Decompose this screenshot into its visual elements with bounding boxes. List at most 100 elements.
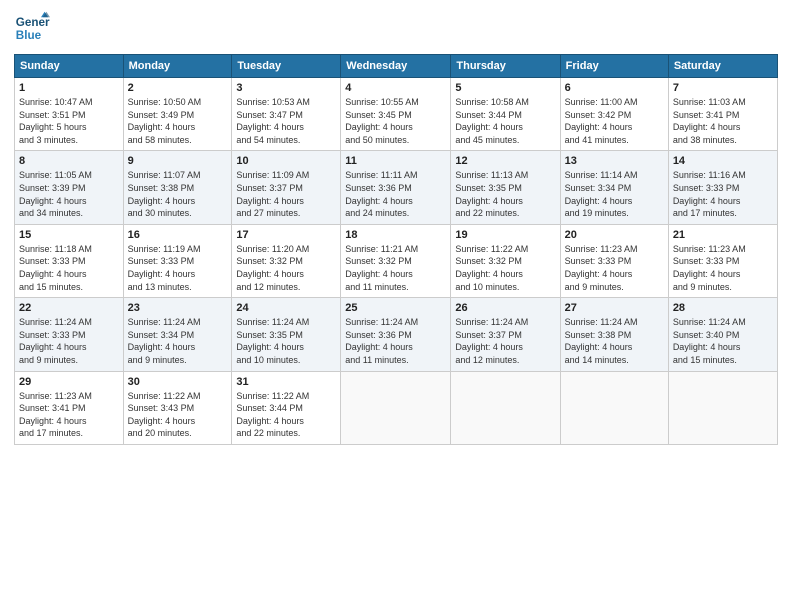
day-number: 31 bbox=[236, 376, 336, 388]
calendar-cell: 16 Sunrise: 11:19 AMSunset: 3:33 PMDaylig… bbox=[123, 224, 232, 297]
day-number: 12 bbox=[455, 155, 555, 167]
page-header: General Blue bbox=[14, 10, 778, 46]
day-number: 16 bbox=[128, 229, 228, 241]
day-info: Sunrise: 10:50 AMSunset: 3:49 PMDaylight… bbox=[128, 96, 228, 146]
day-number: 30 bbox=[128, 376, 228, 388]
calendar-cell: 14Sunrise: 11:16 AMSunset: 3:33 PMDaylig… bbox=[668, 151, 777, 224]
day-number: 2 bbox=[128, 82, 228, 94]
day-number: 5 bbox=[455, 82, 555, 94]
weekday-header-thursday: Thursday bbox=[451, 55, 560, 78]
calendar-cell: 6 Sunrise: 11:00 AMSunset: 3:42 PMDayligh… bbox=[560, 78, 668, 151]
day-number: 28 bbox=[673, 302, 773, 314]
day-number: 3 bbox=[236, 82, 336, 94]
day-info: Sunrise: 11:22 AMSunset: 3:44 PMDaylight… bbox=[236, 390, 336, 440]
calendar-body: 1 Sunrise: 10:47 AMSunset: 3:51 PMDayligh… bbox=[15, 78, 778, 445]
calendar-cell: 4 Sunrise: 10:55 AMSunset: 3:45 PMDayligh… bbox=[341, 78, 451, 151]
logo: General Blue bbox=[14, 10, 54, 46]
day-number: 7 bbox=[673, 82, 773, 94]
calendar-cell: 3 Sunrise: 10:53 AMSunset: 3:47 PMDayligh… bbox=[232, 78, 341, 151]
day-info: Sunrise: 11:23 AMSunset: 3:41 PMDaylight… bbox=[19, 390, 119, 440]
day-number: 21 bbox=[673, 229, 773, 241]
page-container: General Blue SundayMondayTuesdayWednesda… bbox=[0, 0, 792, 453]
calendar-cell: 20Sunrise: 11:23 AMSunset: 3:33 PMDaylig… bbox=[560, 224, 668, 297]
calendar-week-1: 1 Sunrise: 10:47 AMSunset: 3:51 PMDayligh… bbox=[15, 78, 778, 151]
calendar-cell: 10 Sunrise: 11:09 AMSunset: 3:37 PMDaylig… bbox=[232, 151, 341, 224]
day-info: Sunrise: 11:23 AMSunset: 3:33 PMDaylight… bbox=[565, 243, 664, 293]
day-info: Sunrise: 11:24 AMSunset: 3:36 PMDaylight… bbox=[345, 316, 446, 366]
weekday-header-sunday: Sunday bbox=[15, 55, 124, 78]
day-info: Sunrise: 10:58 AMSunset: 3:44 PMDaylight… bbox=[455, 96, 555, 146]
day-number: 27 bbox=[565, 302, 664, 314]
calendar-cell bbox=[341, 371, 451, 444]
day-info: Sunrise: 11:03 AMSunset: 3:41 PMDaylight… bbox=[673, 96, 773, 146]
day-info: Sunrise: 10:47 AMSunset: 3:51 PMDaylight… bbox=[19, 96, 119, 146]
day-info: Sunrise: 11:00 AMSunset: 3:42 PMDaylight… bbox=[565, 96, 664, 146]
day-info: Sunrise: 11:13 AMSunset: 3:35 PMDaylight… bbox=[455, 169, 555, 219]
day-number: 6 bbox=[565, 82, 664, 94]
day-info: Sunrise: 11:24 AMSunset: 3:33 PMDaylight… bbox=[19, 316, 119, 366]
calendar-header-row: SundayMondayTuesdayWednesdayThursdayFrid… bbox=[15, 55, 778, 78]
day-number: 29 bbox=[19, 376, 119, 388]
day-info: Sunrise: 10:55 AMSunset: 3:45 PMDaylight… bbox=[345, 96, 446, 146]
day-info: Sunrise: 11:22 AMSunset: 3:32 PMDaylight… bbox=[455, 243, 555, 293]
day-info: Sunrise: 11:18 AMSunset: 3:33 PMDaylight… bbox=[19, 243, 119, 293]
day-number: 19 bbox=[455, 229, 555, 241]
day-number: 1 bbox=[19, 82, 119, 94]
calendar-week-2: 8 Sunrise: 11:05 AMSunset: 3:39 PMDayligh… bbox=[15, 151, 778, 224]
calendar-cell: 7 Sunrise: 11:03 AMSunset: 3:41 PMDayligh… bbox=[668, 78, 777, 151]
calendar-cell: 25 Sunrise: 11:24 AMSunset: 3:36 PMDaylig… bbox=[341, 298, 451, 371]
day-info: Sunrise: 11:09 AMSunset: 3:37 PMDaylight… bbox=[236, 169, 336, 219]
calendar-cell bbox=[560, 371, 668, 444]
weekday-header-monday: Monday bbox=[123, 55, 232, 78]
calendar-cell: 23Sunrise: 11:24 AMSunset: 3:34 PMDaylig… bbox=[123, 298, 232, 371]
calendar-cell bbox=[451, 371, 560, 444]
day-info: Sunrise: 11:24 AMSunset: 3:35 PMDaylight… bbox=[236, 316, 336, 366]
day-info: Sunrise: 11:19 AMSunset: 3:33 PMDaylight… bbox=[128, 243, 228, 293]
weekday-header-friday: Friday bbox=[560, 55, 668, 78]
day-info: Sunrise: 11:24 AMSunset: 3:37 PMDaylight… bbox=[455, 316, 555, 366]
day-number: 24 bbox=[236, 302, 336, 314]
calendar-cell bbox=[668, 371, 777, 444]
calendar-cell: 17 Sunrise: 11:20 AMSunset: 3:32 PMDaylig… bbox=[232, 224, 341, 297]
calendar-week-3: 15Sunrise: 11:18 AMSunset: 3:33 PMDaylig… bbox=[15, 224, 778, 297]
day-info: Sunrise: 10:53 AMSunset: 3:47 PMDaylight… bbox=[236, 96, 336, 146]
svg-text:General: General bbox=[16, 16, 50, 29]
day-number: 10 bbox=[236, 155, 336, 167]
day-number: 14 bbox=[673, 155, 773, 167]
day-number: 9 bbox=[128, 155, 228, 167]
day-number: 17 bbox=[236, 229, 336, 241]
day-number: 4 bbox=[345, 82, 446, 94]
day-info: Sunrise: 11:22 AMSunset: 3:43 PMDaylight… bbox=[128, 390, 228, 440]
day-info: Sunrise: 11:24 AMSunset: 3:38 PMDaylight… bbox=[565, 316, 664, 366]
calendar-cell: 30 Sunrise: 11:22 AMSunset: 3:43 PMDaylig… bbox=[123, 371, 232, 444]
weekday-header-saturday: Saturday bbox=[668, 55, 777, 78]
day-info: Sunrise: 11:05 AMSunset: 3:39 PMDaylight… bbox=[19, 169, 119, 219]
day-number: 8 bbox=[19, 155, 119, 167]
calendar-week-4: 22 Sunrise: 11:24 AMSunset: 3:33 PMDaylig… bbox=[15, 298, 778, 371]
calendar-cell: 2 Sunrise: 10:50 AMSunset: 3:49 PMDayligh… bbox=[123, 78, 232, 151]
calendar-cell: 5 Sunrise: 10:58 AMSunset: 3:44 PMDayligh… bbox=[451, 78, 560, 151]
day-number: 26 bbox=[455, 302, 555, 314]
calendar-cell: 31 Sunrise: 11:22 AMSunset: 3:44 PMDaylig… bbox=[232, 371, 341, 444]
day-number: 23 bbox=[128, 302, 228, 314]
day-info: Sunrise: 11:07 AMSunset: 3:38 PMDaylight… bbox=[128, 169, 228, 219]
calendar-cell: 26 Sunrise: 11:24 AMSunset: 3:37 PMDaylig… bbox=[451, 298, 560, 371]
calendar-cell: 27 Sunrise: 11:24 AMSunset: 3:38 PMDaylig… bbox=[560, 298, 668, 371]
calendar-week-5: 29 Sunrise: 11:23 AMSunset: 3:41 PMDaylig… bbox=[15, 371, 778, 444]
calendar-cell: 28Sunrise: 11:24 AMSunset: 3:40 PMDaylig… bbox=[668, 298, 777, 371]
calendar-cell: 13 Sunrise: 11:14 AMSunset: 3:34 PMDaylig… bbox=[560, 151, 668, 224]
calendar-cell: 24 Sunrise: 11:24 AMSunset: 3:35 PMDaylig… bbox=[232, 298, 341, 371]
calendar-cell: 19 Sunrise: 11:22 AMSunset: 3:32 PMDaylig… bbox=[451, 224, 560, 297]
calendar-cell: 29 Sunrise: 11:23 AMSunset: 3:41 PMDaylig… bbox=[15, 371, 124, 444]
calendar-cell: 21Sunrise: 11:23 AMSunset: 3:33 PMDaylig… bbox=[668, 224, 777, 297]
day-info: Sunrise: 11:14 AMSunset: 3:34 PMDaylight… bbox=[565, 169, 664, 219]
day-number: 11 bbox=[345, 155, 446, 167]
day-number: 25 bbox=[345, 302, 446, 314]
day-number: 22 bbox=[19, 302, 119, 314]
day-info: Sunrise: 11:20 AMSunset: 3:32 PMDaylight… bbox=[236, 243, 336, 293]
day-info: Sunrise: 11:11 AMSunset: 3:36 PMDaylight… bbox=[345, 169, 446, 219]
calendar-cell: 11 Sunrise: 11:11 AMSunset: 3:36 PMDaylig… bbox=[341, 151, 451, 224]
day-number: 13 bbox=[565, 155, 664, 167]
calendar-cell: 22 Sunrise: 11:24 AMSunset: 3:33 PMDaylig… bbox=[15, 298, 124, 371]
calendar-cell: 1 Sunrise: 10:47 AMSunset: 3:51 PMDayligh… bbox=[15, 78, 124, 151]
